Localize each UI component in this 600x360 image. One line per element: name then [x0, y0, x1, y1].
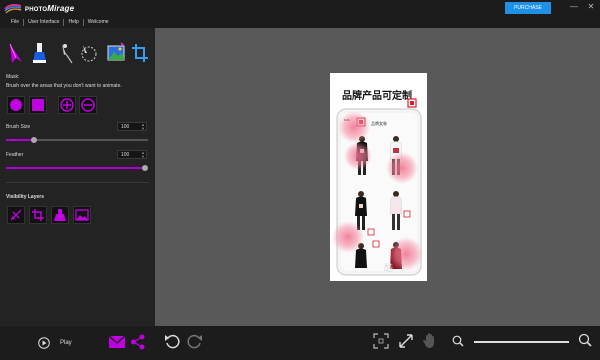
menu-separator	[82, 18, 84, 26]
brush-square-button[interactable]	[29, 96, 47, 114]
pan-hand-icon[interactable]	[422, 332, 438, 349]
share-icon[interactable]	[130, 334, 146, 350]
brush-size-label: Brush Size	[6, 124, 31, 130]
expand-icon[interactable]	[398, 333, 414, 349]
slider-fill	[6, 139, 35, 141]
logo-swirl-icon	[4, 3, 22, 13]
feather-value: 100	[121, 151, 130, 158]
feather-slider[interactable]	[6, 165, 149, 181]
minus-circle-icon	[81, 98, 95, 112]
mask-layer-icon	[54, 209, 66, 221]
section-divider	[6, 182, 149, 183]
watermark-text: 酷	[384, 264, 394, 274]
menu-welcome[interactable]: Welcome	[85, 19, 112, 25]
phone-time: 9:41	[344, 118, 350, 122]
menu-file[interactable]: File	[8, 19, 22, 25]
menu-user-interface[interactable]: User Interface	[25, 19, 62, 25]
zoom-in-mask-button[interactable]	[58, 96, 76, 114]
photo-preview[interactable]: 品牌产品可定制 9:41 品牌女装 酷	[330, 73, 427, 281]
square-brush-icon	[32, 99, 44, 111]
visibility-layers-label: Visibility Layers	[6, 194, 44, 200]
zoom-slider-track	[474, 341, 569, 343]
play-icon[interactable]	[38, 337, 50, 349]
layer-crop-toggle[interactable]	[29, 206, 47, 224]
feather-input[interactable]: 100 ▲ ▼	[117, 150, 147, 159]
slider-thumb[interactable]	[31, 137, 38, 143]
redo-icon[interactable]	[187, 333, 203, 349]
menu-help[interactable]: Help	[65, 19, 81, 25]
feather-label: Feather	[6, 152, 24, 158]
zoom-slider[interactable]	[474, 340, 569, 344]
menu-separator	[63, 18, 65, 26]
phone-header: 品牌女装	[371, 121, 387, 126]
slider-fill	[6, 167, 146, 169]
close-button[interactable]: ✕	[585, 1, 597, 13]
motion-layer-icon	[10, 209, 22, 221]
sky-image-icon[interactable]	[107, 42, 125, 64]
selection-circle-icon[interactable]	[80, 42, 98, 64]
spinner-icon[interactable]: ▲ ▼	[141, 151, 145, 159]
crop-layer-icon	[32, 209, 44, 221]
zoom-in-icon[interactable]	[578, 333, 592, 347]
purchase-button[interactable]: PURCHASE	[505, 2, 551, 14]
minimize-button[interactable]: —	[568, 1, 580, 13]
photo-content	[332, 98, 423, 276]
app-logo: PHOTOMirage	[4, 2, 74, 14]
play-label[interactable]: Play	[60, 340, 72, 346]
motion-arrow-icon[interactable]	[7, 42, 25, 64]
app-name: PHOTOMirage	[25, 4, 74, 13]
plus-circle-icon	[60, 98, 74, 112]
mask-label: Mask:	[6, 74, 20, 80]
spinner-icon[interactable]: ▲ ▼	[141, 123, 145, 131]
title-bar: PHOTOMirage PURCHASE — ✕	[0, 0, 600, 16]
slider-thumb[interactable]	[142, 165, 149, 171]
app-name-small: PHOTO	[25, 6, 48, 13]
brush-add-button[interactable]	[7, 96, 25, 114]
left-tool-panel: Mask: Brush over the areas that you don'…	[0, 28, 155, 326]
bottom-toolbar: Play	[0, 326, 600, 360]
circle-brush-icon	[10, 99, 22, 111]
mask-hint: Brush over the areas that you don't want…	[6, 83, 122, 89]
anchor-pin-icon[interactable]	[58, 42, 76, 64]
fit-to-screen-icon[interactable]	[373, 333, 389, 349]
layer-image-toggle[interactable]	[73, 206, 91, 224]
menu-bar: File User Interface Help Welcome	[0, 16, 600, 28]
email-share-icon[interactable]	[109, 334, 125, 350]
zoom-out-icon[interactable]	[452, 335, 464, 347]
mask-brush-icon[interactable]	[30, 42, 48, 64]
app-name-large: Mirage	[47, 3, 75, 13]
layer-motion-toggle[interactable]	[7, 206, 25, 224]
crop-icon[interactable]	[131, 42, 149, 64]
brush-size-input[interactable]: 100 ▲ ▼	[117, 122, 147, 131]
zoom-out-mask-button[interactable]	[79, 96, 97, 114]
image-layer-icon	[75, 209, 89, 221]
canvas-area[interactable]: 品牌产品可定制 9:41 品牌女装 酷	[155, 28, 600, 326]
undo-icon[interactable]	[164, 333, 180, 349]
layer-mask-toggle[interactable]	[51, 206, 69, 224]
brush-size-value: 100	[121, 123, 130, 130]
menu-separator	[23, 18, 25, 26]
